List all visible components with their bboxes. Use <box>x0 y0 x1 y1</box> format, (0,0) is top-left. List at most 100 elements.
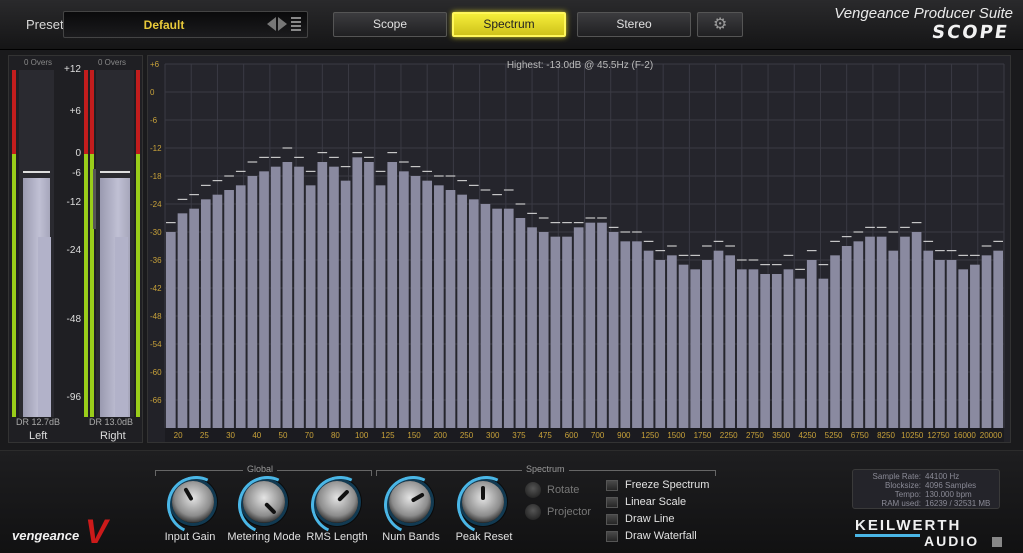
freeze-spectrum-checkbox[interactable] <box>606 480 618 491</box>
tab-scope[interactable]: Scope <box>333 12 447 37</box>
rotate-label: Rotate <box>547 484 580 496</box>
keilwerth-logo-bar <box>855 534 920 537</box>
header-bar: Preset Default Scope Spectrum Stereo ⚙ V… <box>0 0 1023 50</box>
spectrum-bar <box>655 260 666 428</box>
spectrum-bar <box>795 278 805 428</box>
spectrum-x-tick: 200 <box>434 431 448 440</box>
gear-icon: ⚙ <box>713 16 728 33</box>
spectrum-display[interactable]: +6 0 -6 -12 -18 -24 -30 -36 -42 -48 -54 -60 -66 20 25 3… <box>147 55 1011 443</box>
spectrum-bar <box>399 171 409 428</box>
freeze-spectrum-label[interactable]: Freeze Spectrum <box>625 479 709 491</box>
spectrum-x-tick: 3500 <box>772 431 790 440</box>
meter-color-strip <box>90 70 94 417</box>
spectrum-bar <box>667 255 677 428</box>
meter-range-handle[interactable] <box>93 169 96 229</box>
spectrum-bar <box>841 246 852 428</box>
sample-rate-value: 44100 Hz <box>925 472 960 481</box>
spectrum-bar <box>923 250 934 428</box>
spectrum-bar <box>690 269 701 428</box>
blocksize-value: 4096 Samples <box>925 481 977 490</box>
spectrum-x-tick: 12750 <box>927 431 950 440</box>
right-dynamic-range: DR 13.0dB <box>89 417 134 427</box>
input-gain-knob[interactable] <box>172 481 214 523</box>
right-channel-label: Right <box>100 430 126 442</box>
spectrum-bar <box>480 204 491 428</box>
scope-logo: SCOPE <box>930 22 1011 43</box>
control-panel: Global Spectrum Input Gain Metering Mode… <box>0 450 1023 553</box>
spectrum-chart: +60-6-12-18-24-30-36-42-48-54-60-6620 25 3… <box>150 60 1005 442</box>
draw-line-checkbox[interactable] <box>606 514 618 525</box>
spectrum-group-label: Spectrum <box>522 464 569 474</box>
spectrum-y-tick: -54 <box>150 340 162 349</box>
preset-label: Preset <box>26 17 64 32</box>
projector-label: Projector <box>547 506 592 518</box>
metering-mode-knob[interactable] <box>243 481 285 523</box>
preset-name[interactable]: Default <box>64 18 264 32</box>
settings-button[interactable]: ⚙ <box>697 12 743 37</box>
spectrum-bar <box>177 213 188 428</box>
draw-waterfall-checkbox[interactable] <box>606 531 618 542</box>
linear-scale-checkbox[interactable] <box>606 497 618 508</box>
spectrum-bar <box>632 241 642 428</box>
spectrum-bar <box>550 236 561 428</box>
spectrum-y-tick: -48 <box>150 312 162 321</box>
tempo-key: Tempo: <box>894 490 921 499</box>
num-bands-knob[interactable] <box>389 481 431 523</box>
spectrum-x-tick: 30 <box>226 431 235 440</box>
spectrum-x-tick: 25 <box>200 431 209 440</box>
spectrum-bar <box>736 269 747 428</box>
meter-scale-tick: -12 <box>66 197 81 208</box>
spectrum-bar <box>771 274 782 428</box>
spectrum-bar <box>317 162 328 428</box>
draw-line-label[interactable]: Draw Line <box>625 513 675 525</box>
preset-list-icon[interactable] <box>291 17 301 31</box>
spectrum-bar <box>235 185 246 428</box>
host-info-box: Sample Rate: 44100 Hz Blocksize: 4096 Samp… <box>852 469 1000 509</box>
spectrum-bar <box>410 176 421 428</box>
sample-rate-key: Sample Rate: <box>872 472 921 481</box>
spectrum-y-tick: -6 <box>150 116 158 125</box>
spectrum-bar <box>387 162 398 428</box>
rotate-knob[interactable] <box>525 482 541 498</box>
overs-left-counter[interactable]: 0 Overs <box>13 58 63 67</box>
ram-key: RAM used: <box>881 499 921 508</box>
preset-prev-arrow-icon[interactable] <box>267 17 276 31</box>
spectrum-x-tick: 1750 <box>694 431 712 440</box>
spectrum-bar <box>200 199 211 428</box>
spectrum-bar <box>573 227 584 428</box>
tab-stereo[interactable]: Stereo <box>577 12 691 37</box>
vengeance-logo: vengeance <box>12 528 80 543</box>
projector-knob[interactable] <box>525 504 541 520</box>
peak-reset-knob[interactable] <box>462 481 504 523</box>
spectrum-bar <box>422 180 433 428</box>
linear-scale-label[interactable]: Linear Scale <box>625 496 686 508</box>
spectrum-y-tick: 0 <box>150 88 155 97</box>
spectrum-bar <box>888 250 899 428</box>
spectrum-y-tick: -30 <box>150 228 162 237</box>
global-group-label: Global <box>243 464 278 474</box>
draw-waterfall-label[interactable]: Draw Waterfall <box>625 530 697 542</box>
tempo-value: 130.000 bpm <box>925 490 972 499</box>
spectrum-bar <box>562 236 572 428</box>
meter-color-strip <box>12 70 16 417</box>
spectrum-x-tick: 16000 <box>954 431 977 440</box>
resize-handle[interactable] <box>992 537 1002 547</box>
spectrum-x-tick: 375 <box>512 431 526 440</box>
meter-scale-tick: 0 <box>75 148 81 159</box>
spectrum-x-tick: 80 <box>331 431 340 440</box>
spectrum-bar <box>375 185 386 428</box>
preset-next-arrow-icon[interactable] <box>278 17 287 31</box>
right-peak-hold <box>100 170 130 173</box>
left-rms-fill <box>38 236 51 417</box>
spectrum-x-tick: 50 <box>279 431 288 440</box>
tab-spectrum[interactable]: Spectrum <box>452 12 566 37</box>
meter-scale-tick: -48 <box>66 314 81 325</box>
preset-selector[interactable]: Default <box>63 11 308 38</box>
spectrum-bar <box>329 166 339 428</box>
spectrum-bar <box>713 250 724 428</box>
level-meter-panel: 0 Overs 0 Overs +12 +6 0 -6 -12 -24 -48 -96 DR … <box>8 55 143 443</box>
spectrum-y-tick: -42 <box>150 284 162 293</box>
overs-right-counter[interactable]: 0 Overs <box>87 58 137 67</box>
rms-length-knob[interactable] <box>316 481 358 523</box>
spectrum-bar <box>445 190 456 428</box>
